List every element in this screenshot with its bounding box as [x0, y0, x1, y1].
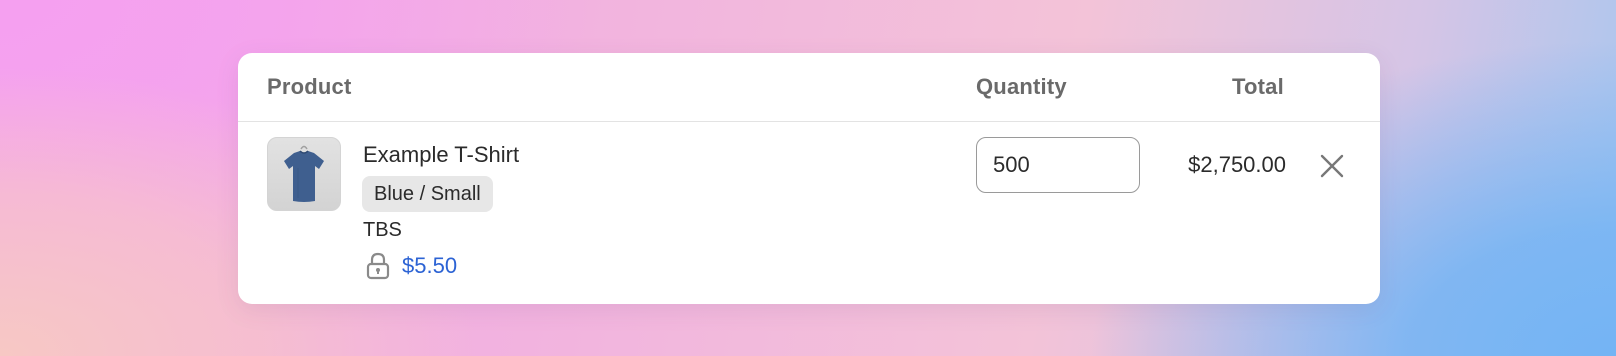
line-item-row: Example T-Shirt Blue / Small TBS $5.50 $…	[238, 122, 1380, 304]
close-icon	[1320, 154, 1344, 178]
unit-price-line: $5.50	[366, 251, 457, 281]
table-header: Product Quantity Total	[238, 53, 1380, 122]
cart-card: Product Quantity Total Example T-Shirt B…	[238, 53, 1380, 304]
product-title[interactable]: Example T-Shirt	[363, 142, 519, 168]
line-total: $2,750.00	[1188, 152, 1286, 177]
product-thumbnail	[267, 137, 341, 211]
product-sku: TBS	[363, 219, 402, 241]
quantity-input[interactable]	[976, 137, 1140, 193]
quantity-column-header: Quantity	[976, 74, 1067, 99]
unit-price-link[interactable]: $5.50	[402, 253, 457, 279]
lock-icon	[366, 252, 390, 280]
remove-item-button[interactable]	[1318, 152, 1346, 180]
product-column-header: Product	[267, 74, 352, 99]
total-column-header: Total	[1232, 74, 1284, 99]
variant-badge: Blue / Small	[362, 176, 493, 212]
tshirt-image	[284, 145, 324, 202]
